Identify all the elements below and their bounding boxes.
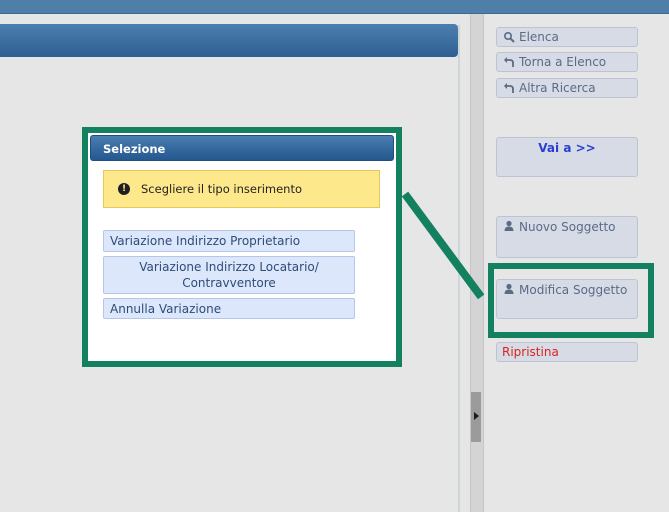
nuovo-soggetto-button[interactable]: Nuovo Soggetto bbox=[496, 216, 638, 258]
back-arrow-icon bbox=[504, 57, 514, 67]
top-bar bbox=[0, 0, 669, 14]
collapse-arrow-icon[interactable] bbox=[474, 412, 479, 420]
elenca-label: Elenca bbox=[519, 30, 559, 44]
user-icon bbox=[504, 220, 514, 231]
ripristina-label: Ripristina bbox=[502, 345, 559, 359]
exclamation-icon: ! bbox=[118, 183, 130, 195]
torna-elenco-label: Torna a Elenco bbox=[519, 55, 607, 69]
option-annulla-variazione[interactable]: Annulla Variazione bbox=[103, 298, 355, 319]
highlight-box bbox=[488, 263, 654, 338]
ripristina-button[interactable]: Ripristina bbox=[496, 342, 638, 362]
option-locatario-line1: Variazione Indirizzo Locatario/ bbox=[139, 260, 319, 274]
warning-message: ! Scegliere il tipo inserimento bbox=[103, 170, 380, 208]
option-locatario-line2: Contravventore bbox=[182, 276, 276, 290]
selection-dialog: Selezione ! Scegliere il tipo inseriment… bbox=[82, 127, 402, 367]
search-icon bbox=[503, 31, 515, 43]
nuovo-soggetto-label: Nuovo Soggetto bbox=[519, 220, 616, 234]
option-variazione-proprietario[interactable]: Variazione Indirizzo Proprietario bbox=[103, 230, 355, 252]
option-variazione-locatario[interactable]: Variazione Indirizzo Locatario/ Contravv… bbox=[103, 256, 355, 294]
back-arrow-icon bbox=[504, 83, 514, 93]
main-panel-header bbox=[0, 24, 458, 57]
altra-ricerca-label: Altra Ricerca bbox=[519, 81, 596, 95]
dialog-title: Selezione bbox=[90, 135, 394, 161]
elenca-button[interactable]: Elenca bbox=[496, 27, 638, 47]
warning-text: Scegliere il tipo inserimento bbox=[141, 182, 302, 196]
vai-a-label: Vai a >> bbox=[538, 141, 596, 155]
vai-a-button[interactable]: Vai a >> bbox=[496, 137, 638, 177]
altra-ricerca-button[interactable]: Altra Ricerca bbox=[496, 78, 638, 98]
torna-elenco-button[interactable]: Torna a Elenco bbox=[496, 52, 638, 72]
